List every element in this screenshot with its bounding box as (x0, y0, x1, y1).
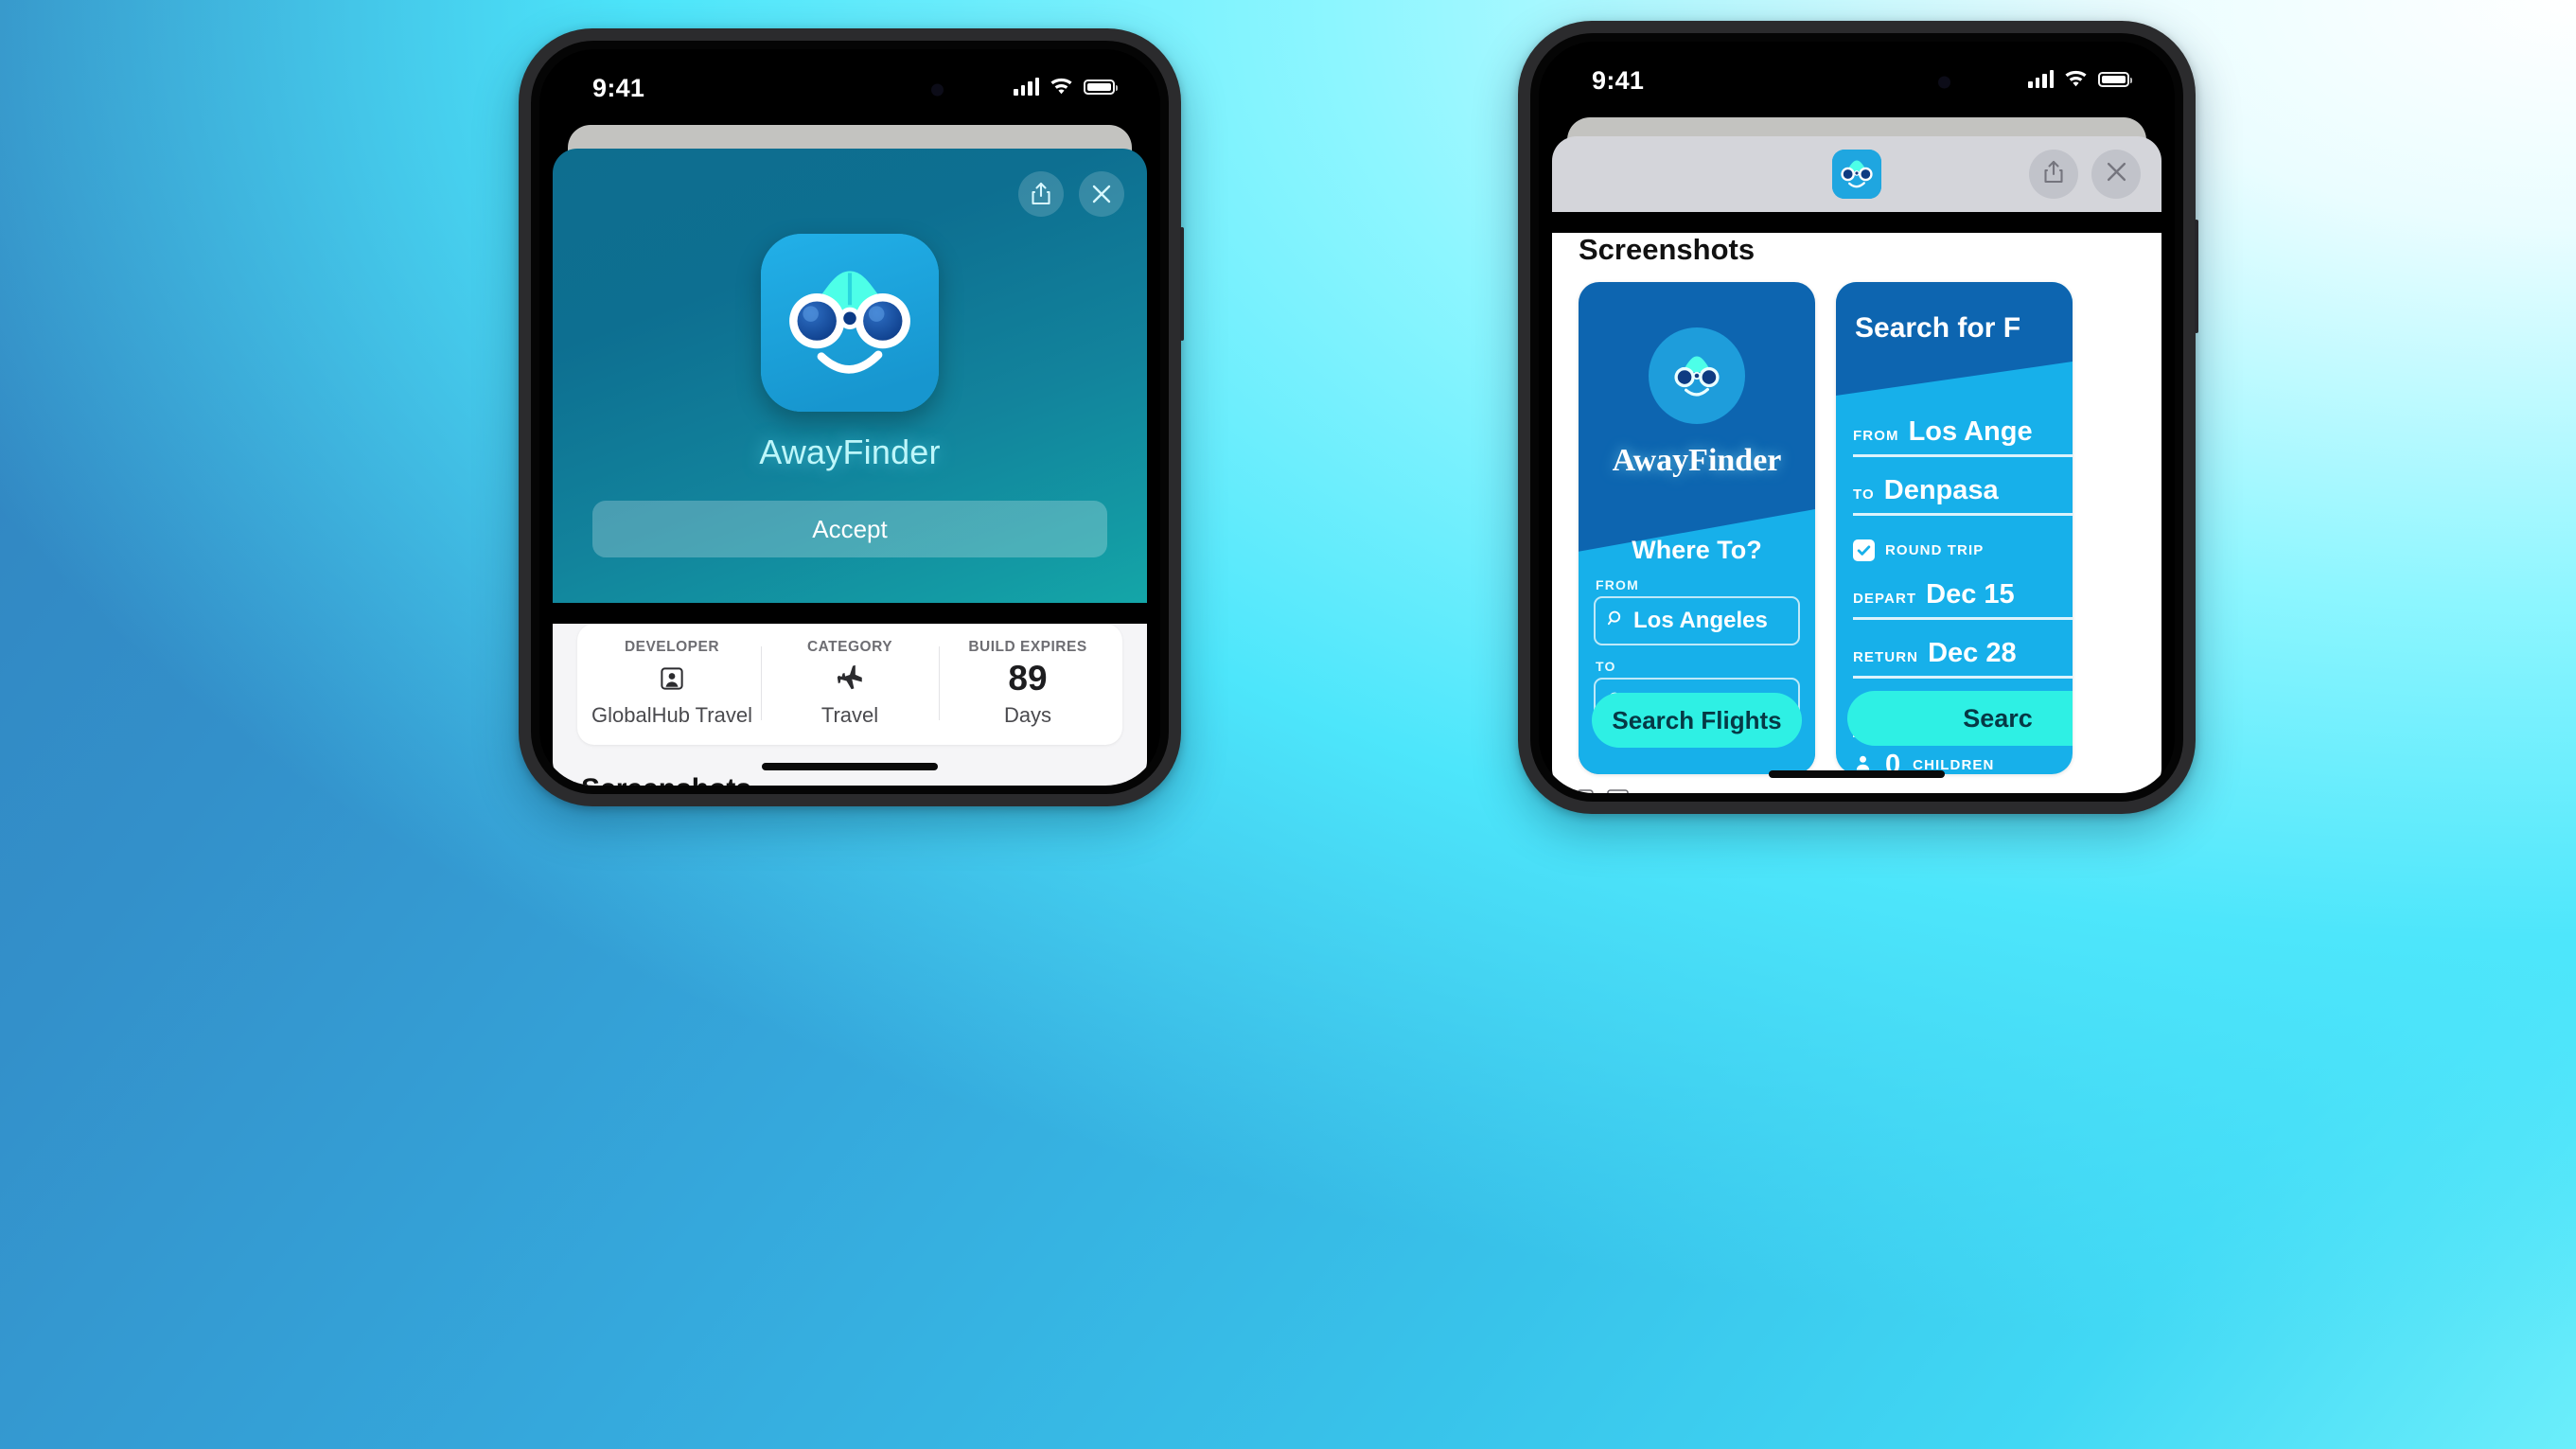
screenshot-thumbnail[interactable]: Search for F FROM Los Ange TO Denpasa RO… (1836, 282, 2073, 774)
info-build-expires: BUILD EXPIRES 89 Days (939, 639, 1117, 728)
check-icon (1853, 539, 1875, 561)
developer-card-icon (589, 656, 755, 701)
from-label: FROM (1853, 428, 1899, 444)
testflight-app-sheet: Screenshots AwayFinder Where To? FROM Lo… (1552, 136, 2161, 793)
screenshots-carousel[interactable]: AwayFinder Where To? FROM Los Angeles TO (1552, 282, 2161, 774)
battery-icon (1084, 79, 1118, 95)
screenshots-heading: Screenshots (581, 773, 1147, 786)
screenshots-heading: Screenshots (1579, 233, 1756, 266)
close-icon (2106, 161, 2127, 187)
navbar-actions (2029, 150, 2141, 199)
status-time: 9:41 (1592, 66, 1645, 95)
left-phone-screen: 9:41 AwayFinder Accept DEVELOPER GlobalH… (539, 49, 1160, 786)
navbar-app-icon[interactable] (1832, 150, 1881, 199)
depart-label: DEPART (1853, 591, 1917, 607)
share-button[interactable] (2029, 150, 2078, 199)
from-value: Los Ange (1908, 416, 2033, 447)
awayfinder-binoculars-icon (761, 234, 939, 412)
left-phone-device: 9:41 AwayFinder Accept DEVELOPER GlobalH… (519, 28, 1184, 806)
return-value: Dec 28 (1928, 638, 2017, 668)
right-phone-bezel: 9:41 Screenshots AwayFinder Where To? FR… (1530, 33, 2183, 802)
home-indicator (1769, 770, 1945, 778)
from-row: FROM Los Ange (1853, 416, 2073, 457)
share-button[interactable] (1018, 171, 1064, 217)
depart-row: DEPART Dec 15 (1853, 579, 2073, 620)
to-label: TO (1596, 659, 1616, 674)
dynamic-island (732, 68, 968, 112)
app-hero: AwayFinder Accept (553, 149, 1147, 603)
from-value: Los Angeles (1633, 608, 1768, 633)
info-developer: DEVELOPER GlobalHub Travel (583, 639, 761, 728)
app-info-card: DEVELOPER GlobalHub Travel CATEGORY Trav… (577, 624, 1122, 745)
share-icon (2042, 160, 2065, 189)
face-id-sensor-icon (1938, 76, 1950, 89)
info-label: CATEGORY (806, 639, 893, 655)
search-button[interactable]: Searc (1847, 691, 2073, 746)
where-to-heading: Where To? (1632, 536, 1762, 564)
signal-bars-icon (2028, 70, 2054, 88)
return-label: RETURN (1853, 649, 1919, 665)
info-label: DEVELOPER (624, 639, 720, 655)
accept-button[interactable]: Accept (592, 501, 1107, 557)
left-phone-bezel: 9:41 AwayFinder Accept DEVELOPER GlobalH… (531, 41, 1169, 794)
wifi-icon (1050, 78, 1073, 96)
status-time: 9:41 (592, 74, 645, 102)
close-button[interactable] (2091, 150, 2141, 199)
app-details-body: DEVELOPER GlobalHub Travel CATEGORY Trav… (553, 624, 1147, 786)
app-details-body: Screenshots AwayFinder Where To? FROM Lo… (1552, 233, 2161, 793)
screenshot-header-text: Search for F (1855, 312, 2021, 344)
info-value: Travel (820, 703, 879, 727)
wifi-icon (2064, 70, 2088, 88)
share-icon (1030, 182, 1052, 206)
status-indicators (2028, 70, 2132, 88)
to-row: TO Denpasa (1853, 475, 2073, 516)
iphone-icon (1577, 789, 1594, 793)
battery-icon (2098, 71, 2132, 87)
info-category: CATEGORY Travel (761, 639, 939, 728)
info-value: GlobalHub Travel (591, 703, 752, 727)
app-name: AwayFinder (759, 433, 941, 471)
search-icon (1607, 608, 1625, 634)
info-label: BUILD EXPIRES (968, 639, 1087, 655)
awayfinder-binoculars-icon (1649, 327, 1745, 424)
airplane-icon (767, 656, 933, 701)
from-input[interactable]: Los Angeles (1594, 596, 1800, 645)
app-icon (761, 234, 939, 412)
ipad-icon (1607, 789, 1629, 793)
to-label: TO (1853, 486, 1875, 503)
home-indicator (762, 763, 938, 770)
screenshot-thumbnail[interactable]: AwayFinder Where To? FROM Los Angeles TO (1579, 282, 1815, 774)
info-value: Days (1003, 703, 1052, 727)
status-indicators (1014, 78, 1118, 96)
round-trip-label: ROUND TRIP (1885, 542, 1985, 558)
right-phone-device: 9:41 Screenshots AwayFinder Where To? FR… (1518, 21, 2198, 814)
close-icon (1091, 184, 1112, 204)
sheet-navbar (1552, 136, 2161, 212)
testflight-app-sheet: AwayFinder Accept DEVELOPER GlobalHub Tr… (553, 149, 1147, 786)
dynamic-island (1738, 61, 1975, 104)
wordmark: AwayFinder (1612, 443, 1782, 478)
from-label: FROM (1596, 577, 1640, 592)
signal-bars-icon (1014, 78, 1039, 96)
hero-actions (1018, 171, 1124, 217)
return-row: RETURN Dec 28 (1853, 638, 2073, 679)
to-value: Denpasa (1883, 475, 1999, 505)
right-phone-screen: 9:41 Screenshots AwayFinder Where To? FR… (1539, 42, 2175, 793)
face-id-sensor-icon (931, 83, 944, 97)
info-days-count: 89 (1008, 659, 1048, 698)
round-trip-checkbox[interactable]: ROUND TRIP (1853, 539, 1984, 561)
search-flights-button[interactable]: Search Flights (1592, 693, 1802, 748)
depart-value: Dec 15 (1926, 579, 2015, 610)
close-button[interactable] (1079, 171, 1124, 217)
